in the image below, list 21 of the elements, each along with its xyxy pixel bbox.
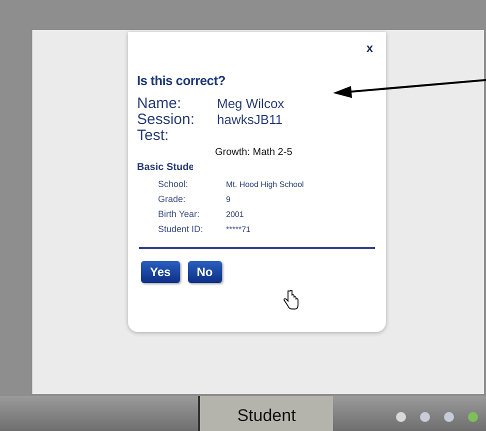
detail-label: Birth Year: [158,210,201,219]
dialog-button[interactable]: No [188,261,222,283]
dialog-title: Is this correct? [137,74,226,87]
detail-label: Student ID: [158,225,204,234]
arrow-icon [333,78,486,100]
field-label: Session: [137,112,196,126]
detail-label: School: [158,180,190,189]
field-label: Name: [137,96,182,110]
detail-label: Grade: [158,195,187,204]
pointer-hand-icon [283,290,299,310]
close-button[interactable]: x [366,42,373,54]
field-label: Test: [137,128,170,142]
section-heading: Basic Stude [137,163,194,173]
detail-value: *****71 [226,226,250,234]
detail-value: 9 [226,196,230,204]
user-label: Student [198,396,333,431]
detail-value: 2001 [226,210,244,218]
detail-value: Mt. Hood High School [226,180,304,188]
field-value: Meg Wilcox [217,96,284,110]
field-value: hawksJB11 [217,112,283,126]
dialog-button[interactable]: Yes [141,261,180,283]
